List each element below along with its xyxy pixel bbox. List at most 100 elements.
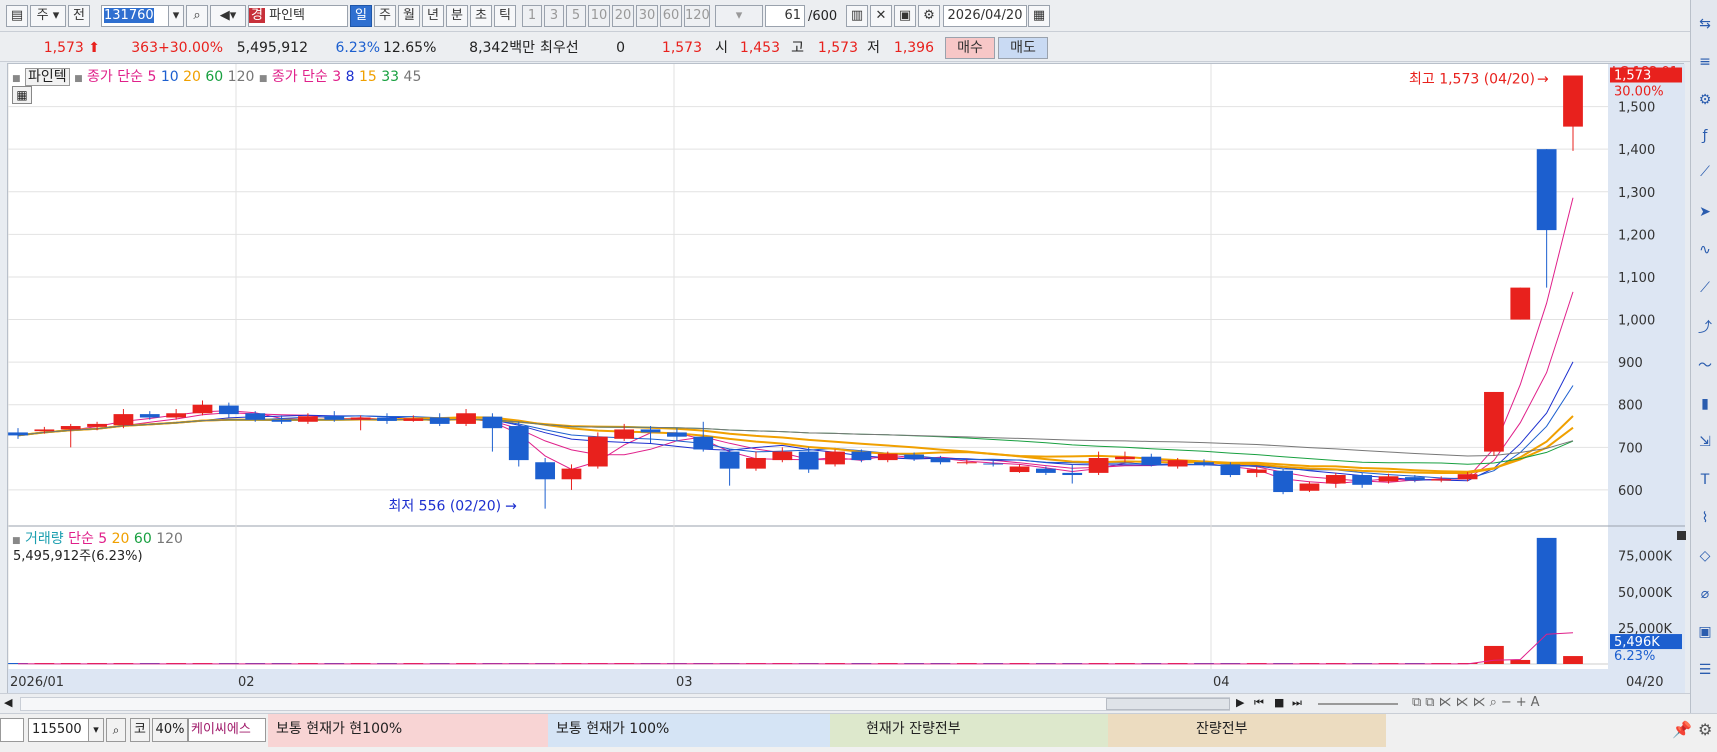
candle-body[interactable]	[218, 405, 239, 415]
period-tab-5[interactable]: 초	[470, 5, 492, 27]
chart-area[interactable]: 600 700 800 900 1,000 1,100 1,200 1,300 1,400 1,5…	[7, 63, 1686, 694]
fib-icon[interactable]: ⌇	[1695, 508, 1715, 528]
gear-icon[interactable]: ⚙	[918, 5, 940, 27]
candle-body[interactable]	[1404, 477, 1425, 481]
candle-body[interactable]	[1325, 475, 1346, 484]
candle-body[interactable]	[1536, 149, 1557, 231]
formula-icon[interactable]: ƒ	[1695, 126, 1715, 146]
interval-button-120[interactable]: 120	[684, 5, 710, 27]
buy-button[interactable]: 매수	[945, 37, 995, 59]
candle-body[interactable]	[1273, 470, 1293, 493]
interval-button-60[interactable]: 60	[660, 5, 682, 27]
period-tab-0[interactable]: 일	[350, 5, 372, 27]
candle-type-icon[interactable]: ▥	[846, 5, 868, 27]
gear-icon[interactable]: ⚙	[1695, 90, 1715, 110]
fast-forward-icon[interactable]: ⏭	[1292, 696, 1302, 710]
period-tab-3[interactable]: 년	[422, 5, 444, 27]
candle-body[interactable]	[904, 454, 924, 459]
prefix-button[interactable]: 전	[68, 5, 90, 27]
candle-body[interactable]	[825, 451, 845, 465]
candle-body[interactable]	[34, 429, 55, 432]
sell-order-panel[interactable]: 보통 현재가 100%	[548, 714, 830, 747]
candle-body[interactable]	[1484, 391, 1504, 452]
candle-icon[interactable]: ▮	[1695, 394, 1715, 414]
candle-body[interactable]	[456, 413, 476, 424]
candle-body[interactable]	[377, 417, 397, 421]
chart-svg[interactable]: 600 700 800 900 1,000 1,100 1,200 1,300 1,400 1,5…	[7, 64, 1685, 694]
candle-body[interactable]	[1352, 475, 1373, 485]
candle-body[interactable]	[640, 429, 661, 433]
candle-body[interactable]	[1220, 464, 1241, 476]
qty-dropdown-icon[interactable]: ▾	[88, 718, 104, 742]
cancel-order-panel[interactable]: 잔량전부	[1108, 714, 1386, 747]
zoom-slider[interactable]	[1318, 703, 1398, 705]
count-input[interactable]: 61	[765, 5, 805, 27]
ma1-label[interactable]: 종가 단순 5	[87, 69, 156, 85]
interval-button-10[interactable]: 10	[588, 5, 610, 27]
trend-icon[interactable]: ∿	[1695, 240, 1715, 260]
search-icon[interactable]: ⌕	[106, 718, 126, 742]
candle-body[interactable]	[298, 416, 318, 422]
candle-body[interactable]	[271, 419, 292, 422]
candle-body[interactable]	[877, 453, 898, 461]
candle-body[interactable]	[245, 413, 266, 420]
expand-icon[interactable]: ⇆	[1695, 14, 1715, 34]
text-icon[interactable]: T	[1695, 470, 1715, 490]
crosshair-icon[interactable]: ✕	[870, 5, 892, 27]
eraser-icon[interactable]: ◇	[1695, 546, 1715, 566]
candle-body[interactable]	[429, 417, 450, 424]
candle-body[interactable]	[983, 463, 1004, 465]
pin-icon[interactable]: 📌	[1672, 720, 1692, 739]
volume-bar[interactable]	[1563, 656, 1583, 664]
candle-body[interactable]	[482, 416, 503, 429]
scroll-thumb[interactable]	[1106, 698, 1230, 710]
interval-button-5[interactable]: 5	[566, 5, 586, 27]
candle-body[interactable]	[851, 451, 872, 461]
code-dropdown-icon[interactable]: ▾	[168, 5, 184, 27]
interval-button-30[interactable]: 30	[636, 5, 658, 27]
ma2-label[interactable]: 종가 단순 3	[272, 69, 341, 85]
collapse-pane-icon[interactable]	[1677, 531, 1686, 540]
candle-body[interactable]	[561, 468, 582, 480]
grid-table-icon[interactable]: ▦	[12, 86, 32, 104]
candle-body[interactable]	[350, 417, 371, 420]
candle-body[interactable]	[1457, 474, 1478, 480]
ratio-value[interactable]: 40%	[152, 718, 188, 742]
gear-icon[interactable]: ⚙	[1698, 720, 1712, 739]
candle-body[interactable]	[1035, 468, 1056, 473]
trendline-icon[interactable]: ⟋	[1695, 278, 1715, 298]
modify-order-panel[interactable]: 현재가 잔량전부	[830, 714, 1108, 747]
order-box[interactable]	[0, 718, 24, 742]
candle-body[interactable]	[956, 462, 977, 464]
candle-body[interactable]	[1299, 483, 1320, 491]
layout-icon[interactable]: ▤	[6, 5, 28, 27]
legend-stock-name[interactable]: 파인텍	[24, 68, 70, 86]
date-input[interactable]: 2026/04/20	[943, 5, 1027, 27]
indicator-icon[interactable]: ≡	[1695, 52, 1715, 72]
candle-body[interactable]	[719, 451, 740, 469]
candle-body[interactable]	[587, 436, 608, 467]
candle-body[interactable]	[772, 451, 793, 461]
stop-icon[interactable]: ■	[1274, 696, 1284, 709]
candle-body[interactable]	[693, 436, 714, 450]
candle-body[interactable]	[798, 451, 819, 470]
candle-body[interactable]	[139, 414, 160, 418]
candle-body[interactable]	[1194, 462, 1214, 465]
candle-body[interactable]	[614, 429, 635, 439]
candle-body[interactable]	[1009, 466, 1030, 473]
stock-name-field[interactable]: 경 파인텍	[248, 5, 348, 27]
line-chart-icon[interactable]: ⟋	[1695, 162, 1715, 182]
ratio-label[interactable]: 코	[130, 718, 150, 742]
broker-field[interactable]: 케이씨에스	[188, 718, 266, 742]
interval-button-3[interactable]: 3	[544, 5, 564, 27]
period-tab-1[interactable]: 주	[374, 5, 396, 27]
auto-trend-icon[interactable]: ⤴	[1695, 318, 1715, 338]
candle-body[interactable]	[1431, 479, 1452, 481]
candle-body[interactable]	[1167, 460, 1188, 467]
candle-body[interactable]	[166, 413, 187, 418]
speaker-icon[interactable]: ◀▾	[210, 5, 246, 27]
period-tab-4[interactable]: 분	[446, 5, 468, 27]
candle-body[interactable]	[403, 418, 424, 421]
buy-order-panel[interactable]: 보통 현재가 현100%	[268, 714, 548, 747]
candle-body[interactable]	[1088, 457, 1109, 473]
